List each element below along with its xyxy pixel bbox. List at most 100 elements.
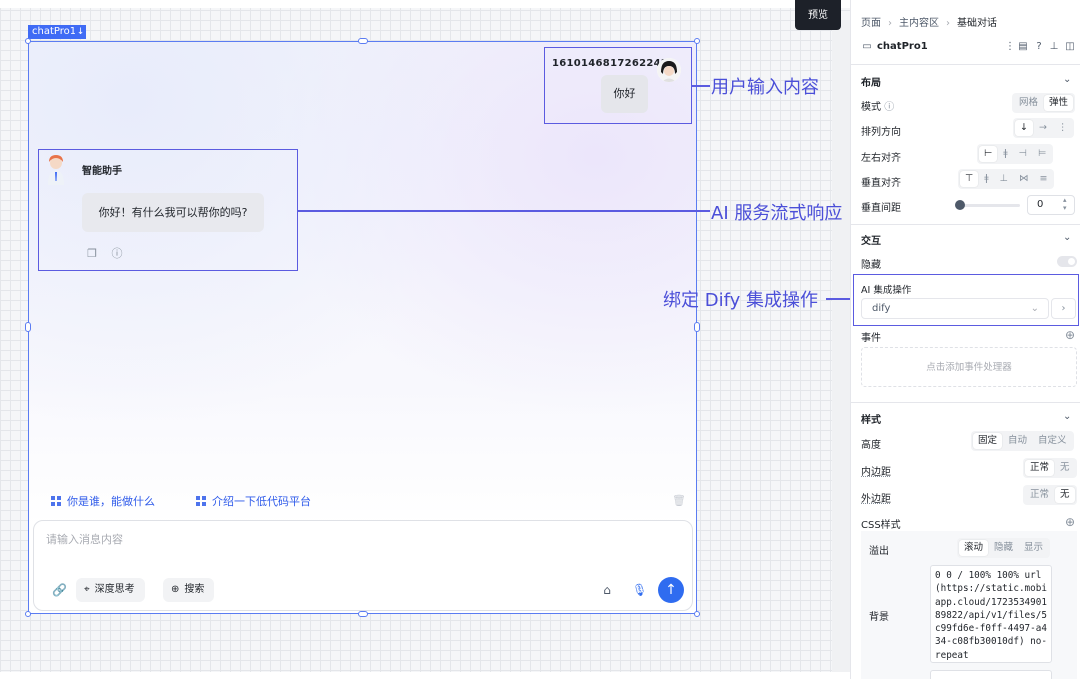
align-top-icon[interactable]: ⊤ — [960, 171, 979, 187]
user-avatar-icon — [657, 58, 681, 82]
info-icon[interactable]: ⓘ — [110, 247, 124, 261]
resize-handle-right[interactable] — [694, 322, 700, 332]
vgap-slider-track[interactable] — [958, 204, 1020, 207]
overflow-option-scroll[interactable]: 滚动 — [959, 540, 989, 556]
resize-handle-br[interactable] — [694, 611, 700, 617]
mic-icon[interactable]: 🎙 — [632, 583, 647, 597]
margin-option-normal[interactable]: 正常 — [1025, 487, 1054, 503]
height-option-custom[interactable]: 自定义 — [1033, 433, 1072, 449]
assistant-avatar-icon — [46, 155, 66, 185]
height-option-auto[interactable]: 自动 — [1003, 433, 1032, 449]
height-option-fixed[interactable]: 固定 — [973, 433, 1003, 449]
globe-icon: ⊕ — [171, 584, 180, 595]
doc-icon[interactable]: ▤ — [1017, 41, 1029, 53]
arrow-right-icon[interactable]: → — [1034, 120, 1052, 136]
margin-option-none[interactable]: 无 — [1055, 487, 1075, 503]
more-icon[interactable]: ⋮ — [1004, 41, 1016, 53]
padding-option-normal[interactable]: 正常 — [1025, 460, 1055, 476]
arrow-down-icon[interactable]: ↓ — [75, 25, 86, 39]
chevron-down-icon[interactable]: ⌄ — [1063, 232, 1071, 243]
add-css-icon[interactable]: ⊕ — [1064, 516, 1076, 528]
resize-handle-bl[interactable] — [25, 611, 31, 617]
hidden-toggle[interactable] — [1057, 256, 1077, 267]
height-label: 高度 — [861, 440, 881, 451]
more-icon[interactable]: ⋮ — [1053, 120, 1073, 136]
height-segmented[interactable]: 固定 自动 自定义 — [971, 431, 1074, 451]
canvas-bottom-edge — [0, 672, 850, 679]
stepper-icon[interactable]: ▴ ▾ — [1063, 196, 1067, 212]
message-input-placeholder[interactable]: 请输入消息内容 — [46, 531, 123, 547]
suggestion-chip-1[interactable]: 你是谁，能做什么 — [51, 493, 155, 509]
annotation-line-dify — [826, 298, 853, 300]
divider — [850, 402, 1080, 403]
arrow-down-icon[interactable]: ↓ — [1015, 120, 1033, 136]
align-middle-icon[interactable]: ǂ — [979, 171, 993, 187]
chevron-down-icon[interactable]: ⌄ — [1063, 74, 1071, 85]
background-css-input[interactable]: 0 0 / 100% 100% url(https://static.mobia… — [930, 565, 1052, 663]
mode-label: 模式 ⓘ — [861, 102, 895, 113]
margin-segmented[interactable]: 正常 无 — [1023, 485, 1077, 505]
add-event-handler[interactable]: 点击添加事件处理器 — [861, 347, 1077, 387]
deep-think-button[interactable]: ⌖ 深度思考 — [76, 578, 145, 602]
annotation-user-input: 用户输入内容 — [711, 77, 819, 98]
chevron-right-icon: › — [1061, 303, 1066, 314]
padding-option-none[interactable]: 无 — [1055, 460, 1075, 476]
align-stretch-icon[interactable]: ⊨ — [1033, 146, 1051, 162]
align-space-icon[interactable]: ⋈ — [1014, 171, 1034, 187]
next-css-input[interactable] — [930, 670, 1052, 679]
panel-layout-icon[interactable]: ◫ — [1064, 41, 1076, 53]
annotation-ai-stream: AI 服务流式响应 — [711, 203, 843, 224]
help-icon: ⓘ — [884, 102, 895, 113]
halign-segmented[interactable]: ⊢ ǂ ⊣ ⊨ — [977, 144, 1054, 164]
trash-icon[interactable]: 🗑 — [672, 494, 686, 507]
help-icon[interactable]: ? — [1033, 41, 1045, 53]
resize-handle-tr[interactable] — [694, 38, 700, 44]
padding-segmented[interactable]: 正常 无 — [1023, 458, 1077, 478]
vgap-slider-knob[interactable] — [955, 200, 965, 210]
align-left-icon[interactable]: ⊢ — [979, 146, 998, 162]
ai-integration-select[interactable]: dify ⌄ — [861, 298, 1049, 319]
divider — [850, 224, 1080, 225]
overflow-option-visible[interactable]: 显示 — [1019, 540, 1048, 556]
suggestion-chip-2[interactable]: 介绍一下低代码平台 — [196, 493, 311, 509]
link-icon[interactable]: 🔗 — [52, 583, 67, 597]
align-bottom-icon[interactable]: ⊥ — [995, 171, 1013, 187]
resize-handle-bottom[interactable] — [358, 611, 368, 617]
arrow-up-icon: ↑ — [665, 582, 677, 598]
preview-button[interactable]: 预览 — [795, 0, 841, 30]
hidden-label: 隐藏 — [861, 260, 881, 271]
mode-segmented[interactable]: 网格 弹性 — [1012, 93, 1076, 113]
align-center-icon[interactable]: ǂ — [998, 146, 1012, 162]
resize-handle-tl[interactable] — [25, 38, 31, 44]
resize-handle-left[interactable] — [25, 322, 31, 332]
add-event-icon[interactable]: ⊕ — [1064, 329, 1076, 341]
chevron-down-icon[interactable]: ⌄ — [1063, 411, 1071, 422]
annotation-line-user — [692, 85, 710, 87]
copy-icon[interactable]: ❐ — [85, 247, 99, 261]
send-button[interactable]: ↑ — [658, 577, 684, 603]
margin-label: 外边距 — [861, 494, 891, 505]
pin-icon[interactable]: ⊥ — [1048, 41, 1060, 53]
resize-handle-top[interactable] — [358, 38, 368, 44]
overflow-segmented[interactable]: 滚动 隐藏 显示 — [957, 538, 1051, 558]
direction-segmented[interactable]: ↓ → ⋮ — [1013, 118, 1075, 138]
component-tag[interactable]: chatPro1 — [28, 25, 81, 39]
interaction-section-title[interactable]: 交互 — [861, 232, 881, 247]
robot-icon[interactable]: ⌂ — [600, 583, 614, 597]
overflow-option-hidden[interactable]: 隐藏 — [989, 540, 1018, 556]
valign-segmented[interactable]: ⊤ ǂ ⊥ ⋈ ≡ — [958, 169, 1055, 189]
search-button[interactable]: ⊕ 搜索 — [163, 578, 215, 602]
mode-option-grid[interactable]: 网格 — [1014, 95, 1043, 111]
ai-integration-open-button[interactable]: › — [1051, 298, 1076, 319]
padding-label: 内边距 — [861, 467, 891, 478]
direction-label: 排列方向 — [861, 127, 901, 138]
align-justify-icon[interactable]: ≡ — [1034, 171, 1052, 187]
vgap-input[interactable]: 0 — [1027, 195, 1075, 215]
mode-option-flex[interactable]: 弹性 — [1044, 95, 1074, 111]
align-right-icon[interactable]: ⊣ — [1014, 146, 1032, 162]
annotation-line-ai — [298, 210, 710, 212]
grid-icon — [196, 496, 206, 506]
layout-section-title[interactable]: 布局 — [861, 74, 881, 89]
ai-integration-label: AI 集成操作 — [861, 285, 912, 296]
style-section-title[interactable]: 样式 — [861, 411, 881, 426]
